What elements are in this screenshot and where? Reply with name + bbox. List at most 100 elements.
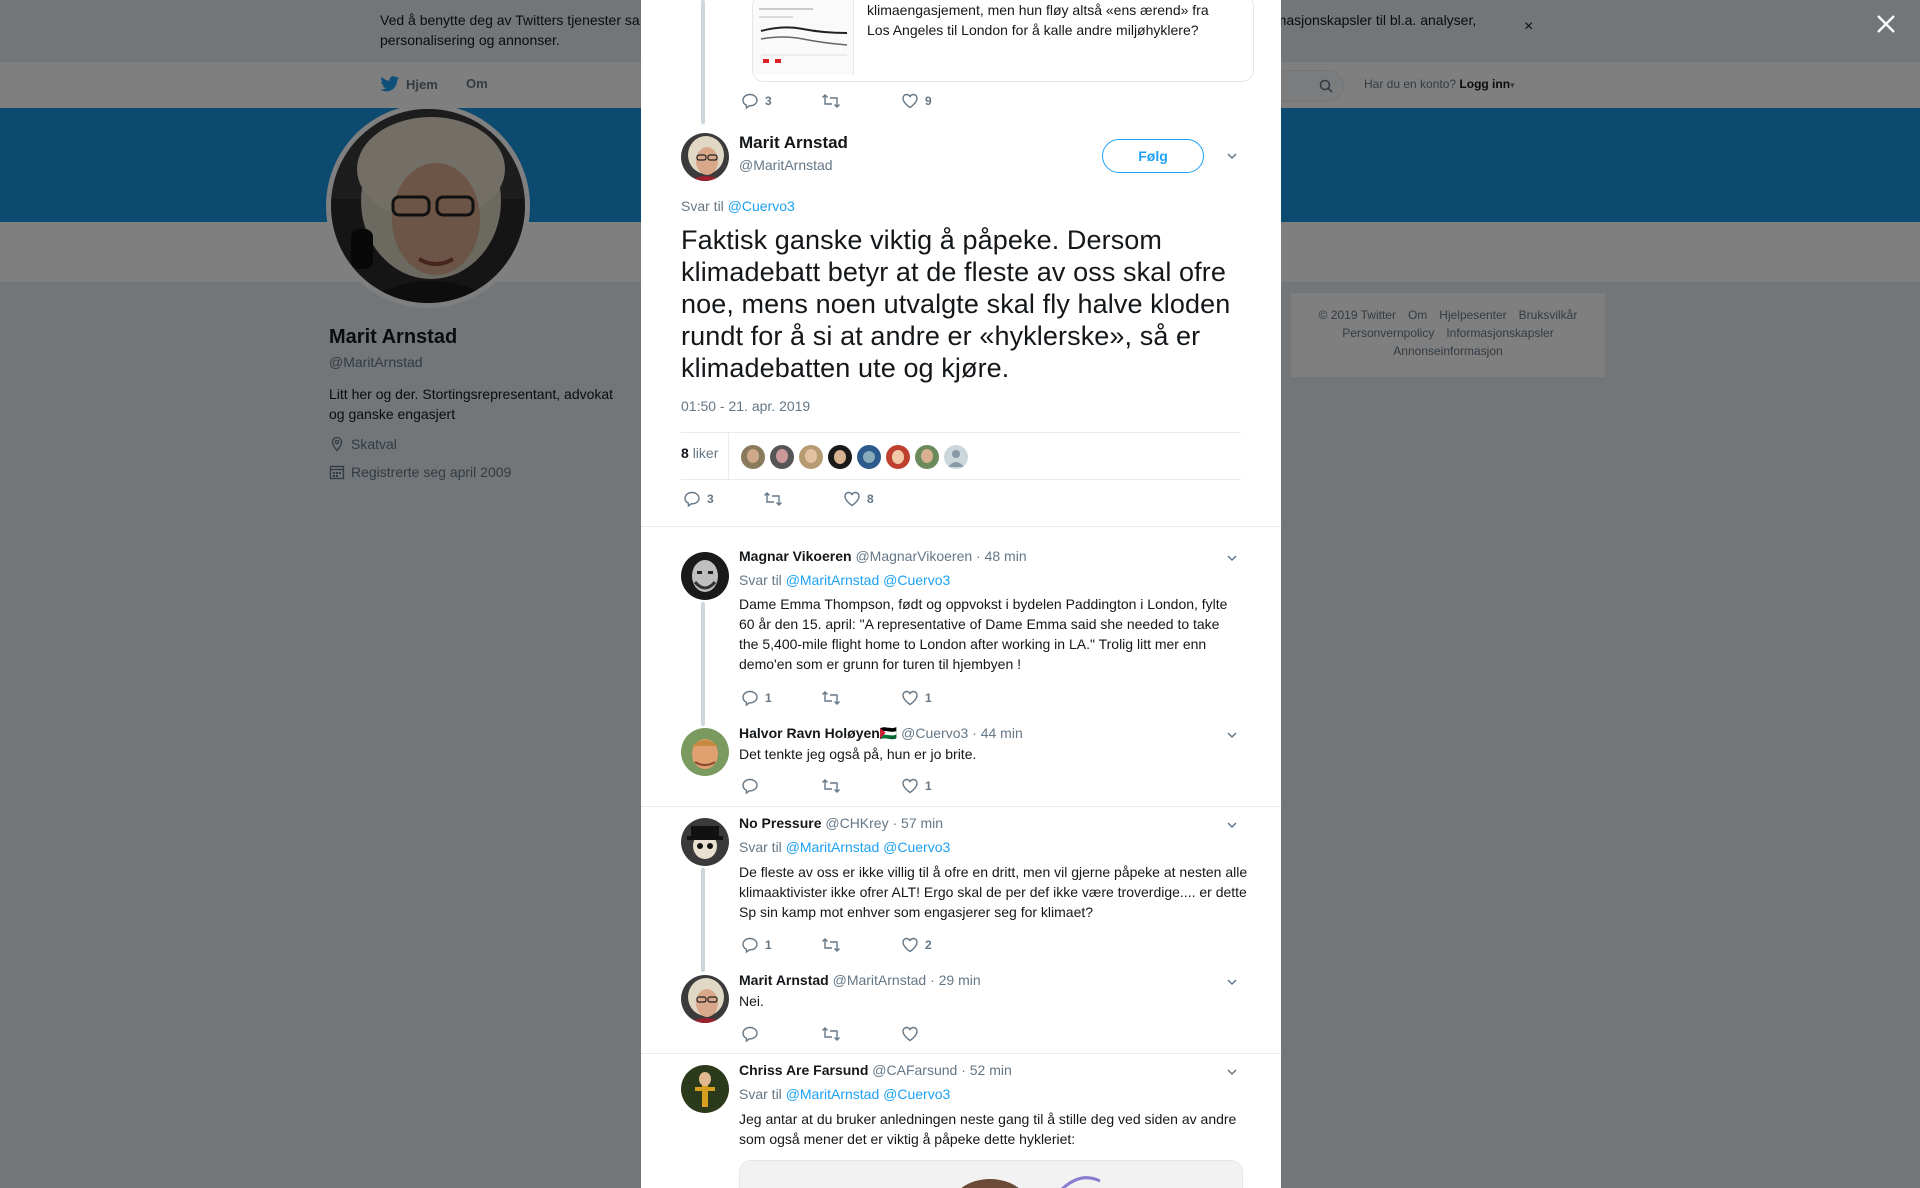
follow-button[interactable]: Følg bbox=[1102, 139, 1204, 173]
retweet-button[interactable] bbox=[821, 777, 901, 795]
chevron-down-icon[interactable] bbox=[1225, 818, 1239, 832]
main-tweet-actions: 3 8 bbox=[683, 489, 874, 509]
chevron-down-icon[interactable] bbox=[1225, 728, 1239, 742]
main-tweet-handle[interactable]: @MaritArnstad bbox=[739, 157, 833, 173]
reply-handle[interactable]: @MagnarVikoeren bbox=[855, 548, 972, 564]
chevron-down-icon[interactable] bbox=[1225, 1065, 1239, 1079]
reply-time[interactable]: · 44 min bbox=[972, 725, 1023, 741]
liker-avatar[interactable] bbox=[741, 445, 765, 469]
like-button[interactable]: 8 bbox=[843, 490, 874, 508]
reply-button[interactable]: 3 bbox=[741, 92, 821, 110]
reply-count: 1 bbox=[765, 691, 772, 705]
reply-button[interactable] bbox=[741, 777, 821, 795]
reply-to-link[interactable]: @MaritArnstad @Cuervo3 bbox=[786, 572, 951, 588]
liker-avatar[interactable] bbox=[886, 445, 910, 469]
reply-text: Nei. bbox=[739, 993, 764, 1009]
liker-avatar[interactable] bbox=[799, 445, 823, 469]
reply-name[interactable]: Magnar Vikoeren bbox=[739, 548, 852, 564]
main-tweet-reply-context: Svar til @Cuervo3 bbox=[681, 198, 795, 214]
reply-actions: 1 2 bbox=[741, 935, 932, 955]
reply-actions: 1 1 bbox=[741, 688, 932, 708]
retweet-button[interactable] bbox=[821, 1025, 901, 1043]
liker-avatar[interactable] bbox=[915, 445, 939, 469]
reply-text: Jeg antar at du bruker anledningen neste… bbox=[739, 1111, 1237, 1147]
like-button[interactable]: 9 bbox=[901, 92, 932, 110]
reply-prefix: Svar til bbox=[739, 1086, 782, 1102]
like-button[interactable]: 1 bbox=[901, 689, 932, 707]
likes-label: liker bbox=[692, 445, 719, 461]
reply-header: No Pressure @CHKrey · 57 min bbox=[739, 815, 943, 831]
like-button[interactable]: 1 bbox=[901, 777, 932, 795]
reply-handle[interactable]: @MaritArnstad bbox=[833, 972, 927, 988]
reply-header: Chriss Are Farsund @CAFarsund · 52 min bbox=[739, 1062, 1012, 1078]
reply-header: Marit Arnstad @MaritArnstad · 29 min bbox=[739, 972, 981, 988]
reply-actions: 1 bbox=[741, 776, 932, 796]
retweet-icon bbox=[822, 94, 840, 108]
reply-context: Svar til @MaritArnstad @Cuervo3 bbox=[739, 1086, 950, 1102]
liker-avatar[interactable] bbox=[828, 445, 852, 469]
reply-time[interactable]: · 48 min bbox=[976, 548, 1027, 564]
reply-count: 1 bbox=[765, 938, 772, 952]
reply-button[interactable]: 3 bbox=[683, 490, 763, 508]
divider bbox=[641, 1053, 1281, 1054]
liker-avatar[interactable] bbox=[857, 445, 881, 469]
retweet-button[interactable] bbox=[763, 490, 843, 508]
retweet-button[interactable] bbox=[821, 92, 901, 110]
likes-summary[interactable]: 8 liker bbox=[681, 445, 718, 461]
reply-to-link[interactable]: @MaritArnstad @Cuervo3 bbox=[786, 839, 951, 855]
reply-name[interactable]: Marit Arnstad bbox=[739, 972, 829, 988]
like-button[interactable]: 2 bbox=[901, 936, 932, 954]
main-tweet-name[interactable]: Marit Arnstad bbox=[739, 133, 848, 153]
reply-time[interactable]: · 52 min bbox=[961, 1062, 1012, 1078]
reply-name[interactable]: No Pressure bbox=[739, 815, 821, 831]
reply-name[interactable]: Chriss Are Farsund bbox=[739, 1062, 868, 1078]
likes-row: 8 liker bbox=[681, 432, 1241, 480]
retweet-icon bbox=[764, 492, 782, 506]
like-count: 2 bbox=[925, 938, 932, 952]
retweet-button[interactable] bbox=[821, 936, 901, 954]
liker-avatar-default[interactable] bbox=[944, 445, 968, 469]
parent-tweet-actions: 3 9 bbox=[741, 91, 932, 111]
main-tweet-avatar[interactable] bbox=[681, 133, 729, 181]
reply-icon bbox=[742, 93, 758, 110]
liker-avatar[interactable] bbox=[770, 445, 794, 469]
main-tweet-timestamp[interactable]: 01:50 - 21. apr. 2019 bbox=[681, 398, 810, 414]
reply-handle[interactable]: @CAFarsund bbox=[872, 1062, 957, 1078]
quoted-text-line-2: Los Angeles til London for å kalle andre… bbox=[867, 22, 1199, 38]
like-count: 1 bbox=[925, 691, 932, 705]
reply-avatar[interactable] bbox=[681, 728, 729, 776]
thread-line bbox=[701, 868, 705, 972]
like-count: 1 bbox=[925, 779, 932, 793]
reply-avatar[interactable] bbox=[681, 975, 729, 1023]
reply-time[interactable]: · 29 min bbox=[930, 972, 981, 988]
reply-icon bbox=[742, 1026, 758, 1043]
reply-avatar[interactable] bbox=[681, 818, 729, 866]
like-button[interactable] bbox=[901, 1025, 925, 1043]
reply-handle[interactable]: @CHKrey bbox=[825, 815, 888, 831]
reply-avatar[interactable] bbox=[681, 1065, 729, 1113]
chevron-down-icon[interactable] bbox=[1225, 975, 1239, 989]
reply-button[interactable]: 1 bbox=[741, 689, 821, 707]
reply-name[interactable]: Halvor Ravn Holøyen🇵🇸 bbox=[739, 725, 897, 741]
close-icon[interactable] bbox=[1874, 12, 1898, 36]
quoted-card[interactable]: klimaengasjement, men hun fløy altså «en… bbox=[752, 0, 1254, 82]
reply-handle[interactable]: @Cuervo3 bbox=[901, 725, 968, 741]
reply-to-link[interactable]: @MaritArnstad @Cuervo3 bbox=[786, 1086, 951, 1102]
chevron-down-icon[interactable] bbox=[1225, 551, 1239, 565]
reply-header: Halvor Ravn Holøyen🇵🇸 @Cuervo3 · 44 min bbox=[739, 725, 1023, 742]
retweet-button[interactable] bbox=[821, 689, 901, 707]
retweet-icon bbox=[822, 691, 840, 705]
reply-avatar[interactable] bbox=[681, 552, 729, 600]
quoted-card-text: klimaengasjement, men hun fløy altså «en… bbox=[867, 0, 1247, 40]
reply-to-link[interactable]: @Cuervo3 bbox=[728, 198, 795, 214]
chevron-down-icon[interactable] bbox=[1225, 149, 1239, 163]
reply-time[interactable]: · 57 min bbox=[892, 815, 943, 831]
reply-button[interactable]: 1 bbox=[741, 936, 821, 954]
reply-context: Svar til @MaritArnstad @Cuervo3 bbox=[739, 572, 950, 588]
reply-button[interactable] bbox=[741, 1025, 821, 1043]
thread-line bbox=[701, 602, 705, 726]
reply-attached-image[interactable] bbox=[739, 1160, 1243, 1188]
likes-separator bbox=[728, 433, 729, 479]
reply-text: De fleste av oss er ikke villig til å of… bbox=[739, 864, 1248, 920]
quoted-card-image bbox=[753, 0, 854, 75]
